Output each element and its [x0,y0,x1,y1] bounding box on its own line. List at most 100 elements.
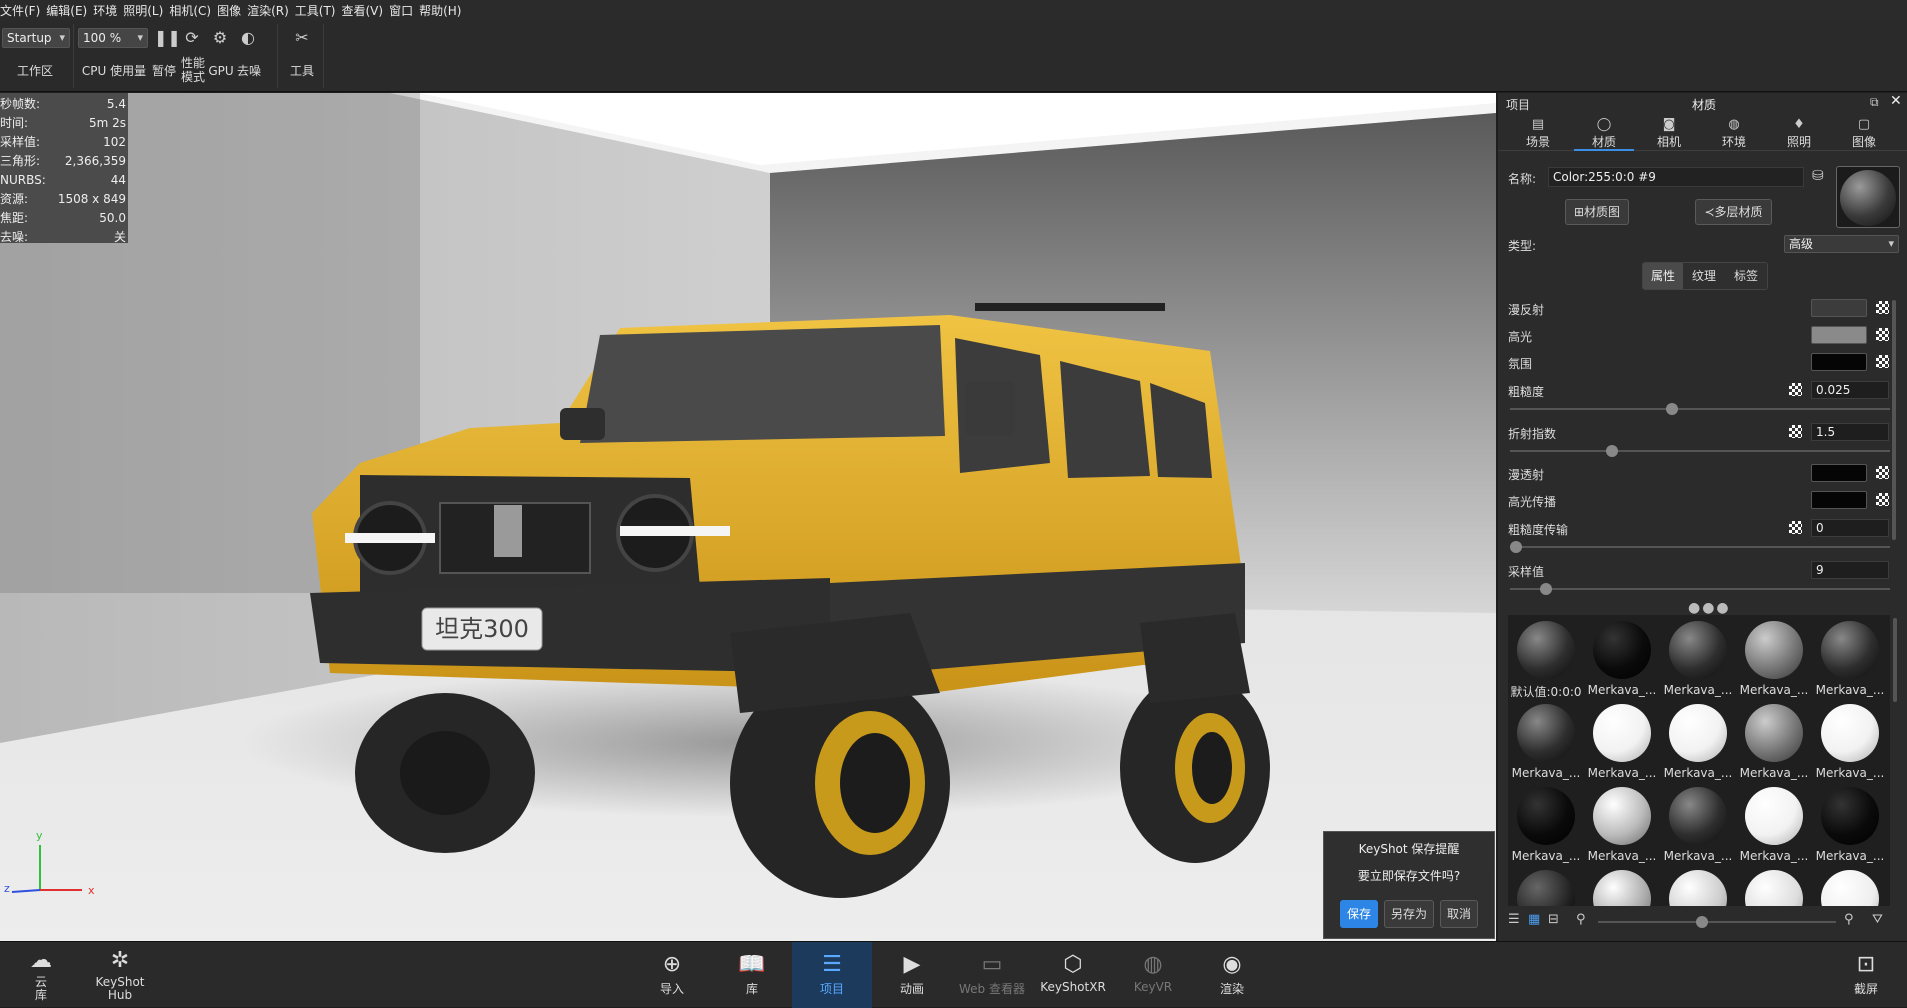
library-item[interactable]: Merkava_... [1812,698,1888,782]
specular-texture-icon[interactable] [1876,328,1889,341]
save-button[interactable]: 保存 [1339,900,1378,928]
library-item[interactable]: Merkava_... [1736,781,1812,865]
library-item[interactable]: Merkava_... [1736,698,1812,782]
diffuse-texture-icon[interactable] [1876,301,1889,314]
grid-view-icon[interactable]: ▦ [1528,912,1540,927]
library-scrollbar[interactable] [1893,618,1897,702]
cpu-usage-button[interactable]: CPU 使用量 [78,64,150,78]
undock-icon[interactable]: ⧉ [1870,95,1879,110]
roughness-transmission-texture-icon[interactable] [1789,521,1802,534]
filter-icon[interactable]: ⛛ [1872,912,1883,927]
library-item[interactable] [1660,864,1736,906]
zoom-in-icon[interactable]: ⚲ [1844,912,1854,927]
material-graph-button[interactable]: ⊞材质图 [1565,199,1629,225]
more-dots-icon[interactable]: ●●● [1688,600,1731,616]
tab-lighting[interactable]: ♦ 照明 [1769,117,1829,151]
list-view-icon[interactable]: ☰ [1508,912,1520,927]
diffuse-transmission-texture-icon[interactable] [1876,466,1889,479]
library-item[interactable]: Merkava_... [1508,781,1584,865]
keyshot-hub-button[interactable]: ✲ KeyShot Hub [90,942,150,1008]
ambient-texture-icon[interactable] [1876,355,1889,368]
roughness-slider-knob[interactable] [1666,403,1678,415]
diffuse-color-swatch[interactable] [1811,299,1867,317]
ambient-color-swatch[interactable] [1811,353,1867,371]
samples-slider-knob[interactable] [1540,583,1552,595]
library-item[interactable] [1812,864,1888,906]
material-preview[interactable] [1836,166,1900,228]
cloud-library-button[interactable]: ☁ 云 库 [20,942,62,1008]
screenshot-button[interactable]: ⊡ 截屏 [1844,942,1888,1008]
material-name-input[interactable]: Color:255:0:0 #9 [1548,167,1804,187]
menu-window[interactable]: 窗口 [389,2,419,19]
library-item[interactable]: Merkava_... [1584,781,1660,865]
library-item[interactable]: Merkava_... [1660,615,1736,699]
library-item[interactable] [1736,864,1812,906]
library-item[interactable] [1584,864,1660,906]
specular-color-swatch[interactable] [1811,326,1867,344]
performance-mode-icon[interactable]: ⟳ [182,28,202,47]
tab-environment[interactable]: ◍ 环境 [1704,117,1764,151]
material-type-select[interactable]: 高级 [1784,235,1899,253]
keyshotxr-button[interactable]: ⬡ KeyShotXR [1036,942,1110,1008]
roughness-transmission-slider[interactable] [1510,541,1890,553]
menu-environment[interactable]: 环境 [93,2,123,19]
menu-camera[interactable]: 相机(C) [169,2,217,19]
roughness-input[interactable]: 0.025 [1811,381,1889,399]
roughness-slider[interactable] [1510,403,1890,415]
web-viewer-button[interactable]: ▭ Web 查看器 [956,942,1028,1008]
tab-scene[interactable]: ▤ 场景 [1508,117,1568,151]
zoom-select[interactable]: 100 % [78,28,148,48]
roughness-texture-icon[interactable] [1789,383,1802,396]
properties-scrollbar[interactable] [1892,300,1896,540]
library-item[interactable]: Merkava_... [1812,615,1888,699]
menu-help[interactable]: 帮助(H) [419,2,467,19]
samples-input[interactable]: 9 [1811,561,1889,579]
save-as-button[interactable]: 另存为 [1383,900,1434,928]
library-button[interactable]: 📖 库 [730,942,774,1008]
library-item[interactable] [1508,864,1584,906]
subtab-labels[interactable]: 标签 [1725,263,1767,289]
specular-transmission-texture-icon[interactable] [1876,493,1889,506]
thumbnail-size-slider[interactable] [1598,916,1836,928]
roughness-transmission-input[interactable]: 0 [1811,519,1889,537]
save-material-icon[interactable]: ⛁ [1812,168,1824,184]
menu-file[interactable]: 文件(F) [0,2,46,19]
zoom-out-icon[interactable]: ⚲ [1576,912,1586,927]
pause-icon[interactable]: ❚❚ [154,28,181,47]
tab-material[interactable]: ◯ 材质 [1574,117,1634,151]
tab-image[interactable]: ▢ 图像 [1834,117,1894,151]
diffuse-transmission-swatch[interactable] [1811,464,1867,482]
tools-icon[interactable]: ✂ [292,28,312,47]
cancel-button[interactable]: 取消 [1440,900,1479,928]
multilayer-button[interactable]: ≺多层材质 [1695,199,1772,225]
library-item[interactable]: Merkava_... [1660,698,1736,782]
menu-edit[interactable]: 编辑(E) [46,2,93,19]
menu-image[interactable]: 图像 [217,2,247,19]
library-item[interactable]: Merkava_... [1736,615,1812,699]
library-item[interactable]: Merkava_... [1812,781,1888,865]
subtab-properties[interactable]: 属性 [1643,263,1683,289]
gpu-icon[interactable]: ⚙ [210,28,230,47]
denoise-icon[interactable]: ◐ [238,28,258,47]
tools-label[interactable]: 工具 [282,64,322,78]
tab-camera[interactable]: ◙ 相机 [1639,117,1699,151]
subtab-textures[interactable]: 纹理 [1683,263,1725,289]
keyvr-button[interactable]: ◍ KeyVR [1128,942,1178,1008]
ior-slider-knob[interactable] [1606,445,1618,457]
render-viewport[interactable]: 坦克300 y x z 秒帧数: 5.4 时间: 5m 2s 采样值: 102 … [0,93,1496,941]
close-icon[interactable]: ✕ [1890,93,1902,109]
specular-transmission-swatch[interactable] [1811,491,1867,509]
project-button[interactable]: ☰ 项目 [792,942,872,1008]
menu-view[interactable]: 查看(V) [341,2,389,19]
roughness-transmission-slider-knob[interactable] [1510,541,1522,553]
library-item[interactable]: Merkava_... [1660,781,1736,865]
library-item[interactable]: Merkava_... [1584,698,1660,782]
animation-button[interactable]: ▶ 动画 [890,942,934,1008]
library-item[interactable]: 默认值:0:0:0 [1508,615,1584,699]
menu-render[interactable]: 渲染(R) [247,2,295,19]
menu-lighting[interactable]: 照明(L) [123,2,169,19]
tree-view-icon[interactable]: ⊟ [1548,912,1559,927]
samples-slider[interactable] [1510,583,1890,595]
workspace-select[interactable]: Startup [2,28,70,48]
ior-texture-icon[interactable] [1789,425,1802,438]
